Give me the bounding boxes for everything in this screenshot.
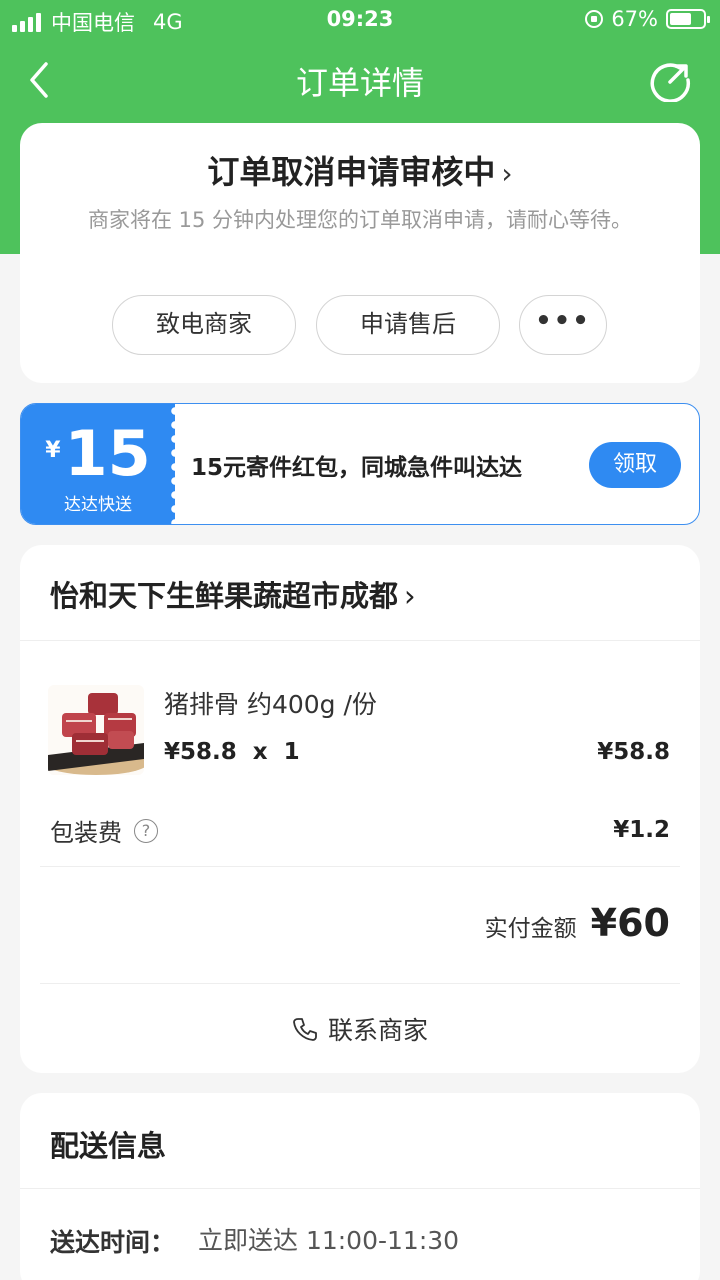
quantity: 1 <box>283 739 300 765</box>
product-total: ¥58.8 <box>597 739 670 765</box>
question-icon[interactable]: ? <box>134 818 158 843</box>
share-button[interactable] <box>650 60 692 103</box>
claim-coupon-button[interactable]: 领取 <box>589 442 681 488</box>
coupon-value-panel: ¥15 达达快送 <box>21 404 180 524</box>
order-status-title[interactable]: 订单取消申请审核中 › <box>20 147 700 193</box>
packaging-fee-label: 包装费 <box>50 819 122 847</box>
shop-link[interactable]: 怡和天下生鲜果蔬超市成都 › <box>20 545 700 641</box>
delivery-info-card: 配送信息 送达时间： 立即送达 11:00-11:30 <box>20 1093 700 1280</box>
product-image[interactable] <box>48 685 144 775</box>
packaging-fee-value: ¥1.2 <box>613 817 670 843</box>
shop-name: 怡和天下生鲜果蔬超市成都 <box>50 579 399 613</box>
order-status-text: 订单取消申请审核中 <box>207 153 496 191</box>
paid-amount-row: 实付金额 ¥60 <box>485 901 670 945</box>
order-items-card: 怡和天下生鲜果蔬超市成都 › 猪排骨 约400g /份 ¥58.8 x 1 ¥58… <box>20 545 700 1073</box>
contact-merchant-label: 联系商家 <box>327 1016 428 1045</box>
order-status-card: 订单取消申请审核中 › 商家将在 15 分钟内处理您的订单取消申请，请耐心等待。 … <box>20 123 700 383</box>
divider <box>40 866 680 867</box>
battery-percent: 67% <box>611 7 658 31</box>
product-name: 猪排骨 约400g /份 <box>164 690 377 719</box>
paid-amount-label: 实付金额 <box>484 916 577 942</box>
chevron-right-icon: › <box>501 157 513 190</box>
paid-amount-value: ¥60 <box>590 901 670 945</box>
nav-bar: 订单详情 <box>0 40 720 122</box>
share-icon <box>650 63 691 103</box>
coupon-brand: 达达快送 <box>64 495 132 515</box>
delivery-time-value: 立即送达 11:00-11:30 <box>198 1226 460 1255</box>
packaging-fee-row: 包装费? <box>50 813 158 848</box>
delivery-time-label: 送达时间： <box>50 1228 176 1257</box>
status-bar: 中国电信 4G 09:23 67% <box>0 0 720 40</box>
divider <box>40 983 680 984</box>
divider <box>20 1188 700 1189</box>
chevron-right-icon: › <box>404 579 416 613</box>
quantity-separator: x <box>252 739 268 765</box>
after-sales-button[interactable]: 申请售后 <box>316 295 500 355</box>
contact-merchant-button[interactable]: 联系商家 <box>20 985 700 1073</box>
call-merchant-button[interactable]: 致电商家 <box>112 295 296 355</box>
battery-icon <box>666 9 710 29</box>
coupon-amount-number: 15 <box>64 417 151 490</box>
product-unit-price: ¥58.8 x 1 <box>164 739 300 765</box>
unit-price: ¥58.8 <box>164 739 237 765</box>
coupon-text: 15元寄件红包，同城急件叫达达 <box>191 455 523 481</box>
coupon-currency: ¥ <box>45 438 61 463</box>
order-status-description: 商家将在 15 分钟内处理您的订单取消申请，请耐心等待。 <box>87 208 633 232</box>
phone-icon <box>293 1018 317 1041</box>
coupon-banner[interactable]: ¥15 达达快送 15元寄件红包，同城急件叫达达 领取 <box>20 403 700 525</box>
delivery-title: 配送信息 <box>50 1129 167 1163</box>
more-options-button[interactable]: ••• <box>519 295 607 355</box>
coupon-amount: ¥15 <box>21 418 175 487</box>
page-title: 订单详情 <box>295 64 424 102</box>
rotation-lock-icon <box>585 10 604 28</box>
